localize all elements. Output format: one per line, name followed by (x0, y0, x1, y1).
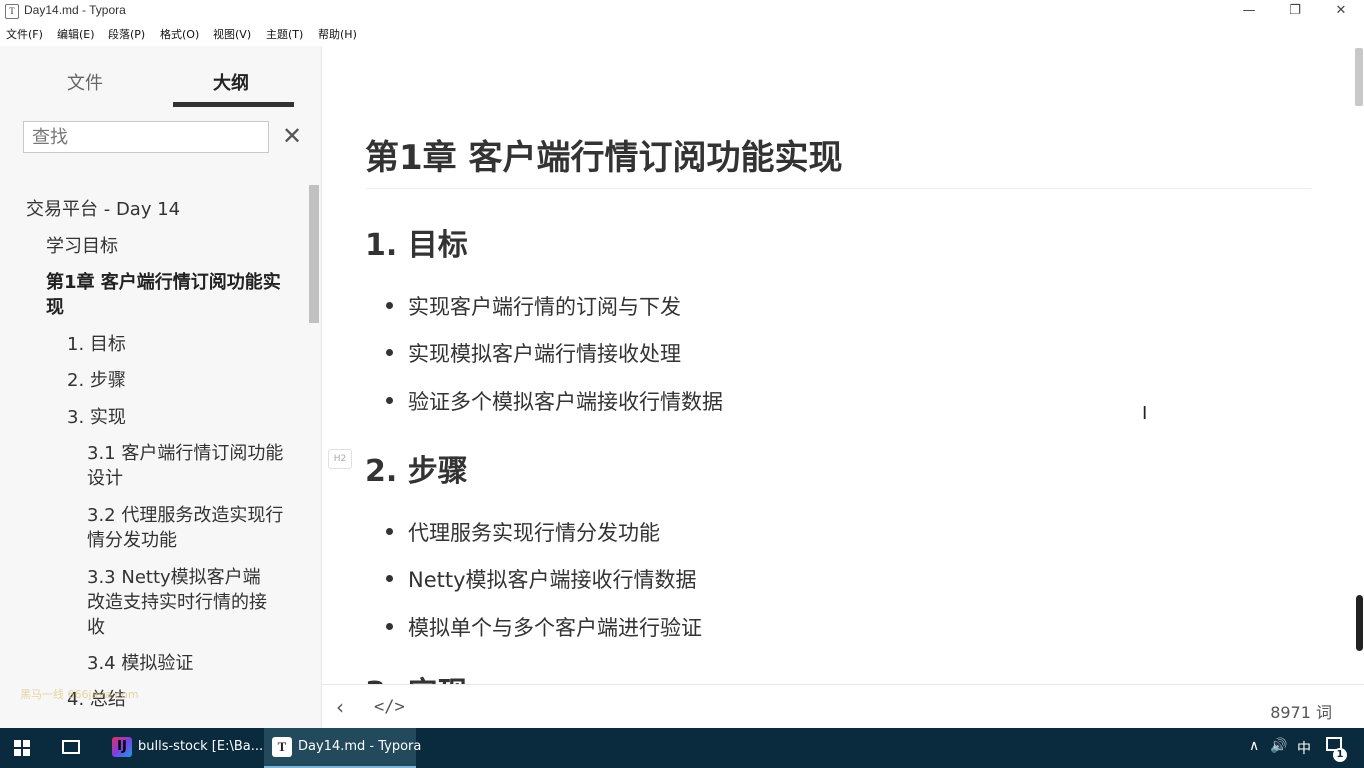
bullet-marker (386, 302, 393, 309)
windows-taskbar: IJ bulls-stock [E:\Ba... T Day14.md - Ty… (0, 728, 1364, 768)
typora-icon: T (272, 737, 292, 757)
menu-bar: 文件(F) 编辑(E) 段落(P) 格式(O) 视图(V) 主题(T) 帮助(H… (0, 22, 1364, 46)
bullet-marker (386, 623, 393, 630)
list-item[interactable]: 模拟单个与多个客户端进行验证 (408, 612, 702, 642)
menu-edit[interactable]: 编辑(E) (57, 26, 95, 42)
task-view-icon[interactable] (62, 740, 80, 754)
outline-item-3-3[interactable]: 3.3 Netty模拟客户端改造支持实时行情的接收 (87, 565, 277, 640)
outline-item-3-2[interactable]: 3.2 代理服务改造实现行情分发功能 (87, 503, 287, 553)
list-item[interactable]: 代理服务实现行情分发功能 (408, 517, 660, 547)
outline-item-goals[interactable]: 1. 目标 (67, 332, 126, 357)
volume-icon[interactable]: 🔊 (1270, 738, 1287, 754)
list-item[interactable]: 实现客户端行情的订阅与下发 (408, 291, 681, 321)
title-bar: T Day14.md - Typora — ❐ ✕ (0, 0, 1364, 22)
bullet-marker (386, 528, 393, 535)
chapter-heading[interactable]: 第1章 客户端行情订阅功能实现 (365, 130, 843, 179)
outline-item-implementation[interactable]: 3. 实现 (67, 405, 126, 430)
bullet-marker (386, 397, 393, 404)
menu-paragraph[interactable]: 段落(P) (108, 26, 145, 42)
notification-badge: 1 (1333, 748, 1347, 762)
section-heading-steps[interactable]: 2. 步骤 (365, 446, 468, 490)
outline-item-chapter1[interactable]: 第1章 客户端行情订阅功能实现 (46, 270, 286, 320)
tab-outline[interactable]: 大纲 (213, 69, 249, 95)
outline-item-3-4[interactable]: 3.4 模拟验证 (87, 651, 193, 676)
menu-help[interactable]: 帮助(H) (318, 26, 357, 42)
section-heading-implementation[interactable]: 3. 实现 (365, 668, 468, 684)
heading-divider (365, 188, 1311, 189)
taskbar-item-intellij[interactable]: IJ bulls-stock [E:\Ba... (104, 728, 263, 768)
word-count[interactable]: 8971 词 (1270, 699, 1332, 723)
list-item[interactable]: 验证多个模拟客户端接收行情数据 (408, 386, 723, 416)
bullet-marker (386, 575, 393, 582)
active-tab-indicator (173, 102, 294, 107)
taskbar-item-label: bulls-stock [E:\Ba... (138, 739, 264, 754)
close-window-button[interactable]: ✕ (1318, 0, 1364, 22)
chevron-up-icon[interactable]: ∧ (1249, 738, 1259, 754)
restore-button[interactable]: ❐ (1272, 0, 1318, 22)
menu-format[interactable]: 格式(O) (160, 26, 199, 42)
list-item[interactable]: Netty模拟客户端接收行情数据 (408, 564, 697, 594)
typora-app-icon: T (5, 4, 19, 19)
ime-indicator[interactable]: 中 (1297, 738, 1311, 758)
heading-level-marker: H2 (328, 449, 352, 469)
bullet-marker (386, 349, 393, 356)
outline-item-steps[interactable]: 2. 步骤 (67, 368, 126, 393)
menu-view[interactable]: 视图(V) (213, 26, 251, 42)
taskbar-item-typora[interactable]: T Day14.md - Typora (264, 728, 421, 768)
menu-file[interactable]: 文件(F) (6, 26, 43, 42)
list-item[interactable]: 实现模拟客户端行情接收处理 (408, 338, 681, 368)
sidebar: 文件 大纲 ✕ 交易平台 - Day 14 学习目标 第1章 客户端行情订阅功能… (0, 46, 322, 728)
source-code-icon[interactable]: </> (374, 697, 405, 717)
outline-item-3-1[interactable]: 3.1 客户端行情订阅功能设计 (87, 441, 287, 491)
close-icon[interactable]: ✕ (282, 122, 302, 150)
watermark: 黑马一线 666java.com (20, 688, 139, 701)
tab-files[interactable]: 文件 (67, 69, 103, 95)
outline-scrollbar[interactable] (309, 185, 319, 323)
text-cursor-icon: I (1142, 403, 1148, 424)
intellij-icon: IJ (112, 737, 132, 757)
taskbar-item-label: Day14.md - Typora (298, 739, 422, 754)
outline-item-learning-goals[interactable]: 学习目标 (46, 234, 118, 259)
window-title: Day14.md - Typora (24, 3, 126, 17)
toggle-sidebar-icon[interactable]: ‹ (336, 695, 344, 719)
section-heading-goals[interactable]: 1. 目标 (365, 220, 468, 264)
minimize-button[interactable]: — (1226, 0, 1272, 22)
outline-item-title[interactable]: 交易平台 - Day 14 (26, 197, 180, 222)
windows-start-icon[interactable] (14, 740, 31, 757)
menu-theme[interactable]: 主题(T) (266, 26, 303, 42)
outline-search-input[interactable] (23, 121, 269, 153)
scroll-position-marker (1356, 595, 1363, 651)
status-bar: ‹ </> 8971 词 (322, 684, 1364, 729)
editor-scrollbar[interactable] (1355, 48, 1363, 106)
